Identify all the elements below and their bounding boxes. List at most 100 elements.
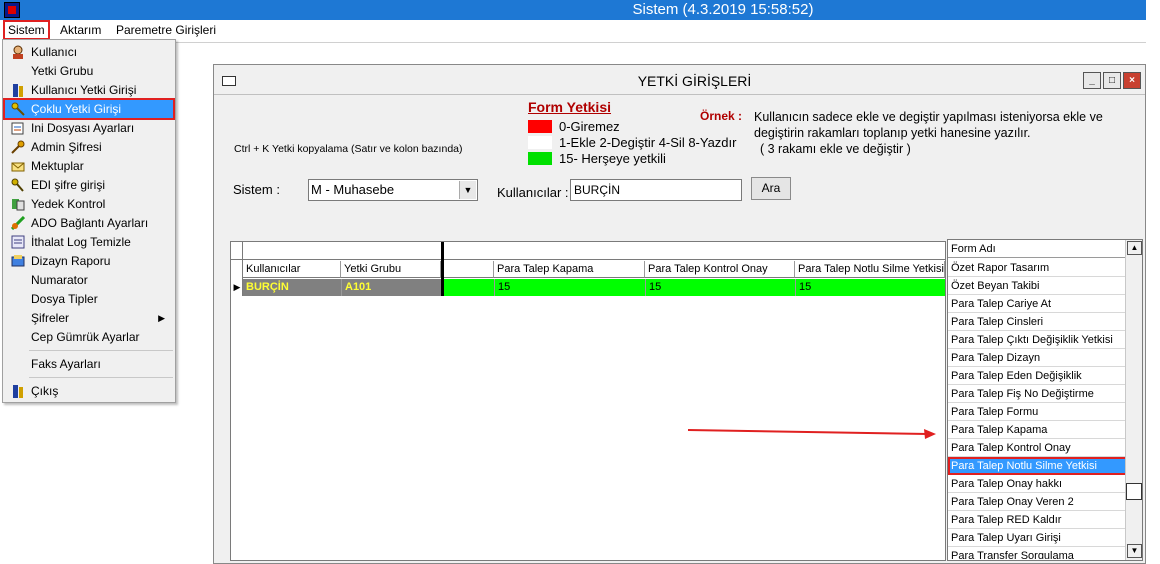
edi-key-icon <box>11 178 25 192</box>
menu-parametre-girisleri[interactable]: Paremetre Girişleri <box>113 22 219 38</box>
menu-item-kullanici[interactable]: Kullanıcı <box>5 43 173 61</box>
app-title: Sistem (4.3.2019 15:58:52) <box>632 1 814 18</box>
legend-title: Form Yetkisi <box>528 99 612 115</box>
form-list-item[interactable]: Para Talep Formu <box>948 403 1134 421</box>
form-list-scrollbar[interactable]: ▲ ▼ <box>1125 240 1142 560</box>
menu-item-ado-baglanti-ayarlari[interactable]: ADO Bağlantı Ayarları <box>5 214 173 232</box>
menu-item-edi-sifre-girisi[interactable]: EDI şifre girişi <box>5 176 173 194</box>
menu-item-yedek-kontrol[interactable]: Yedek Kontrol <box>5 195 173 213</box>
legend-text-1: 1-Ekle 2-Degiştir 4-Sil 8-Yazdır <box>559 135 737 150</box>
form-list-item[interactable]: Özet Beyan Takibi <box>948 277 1134 295</box>
menu-item-dosya-tipler[interactable]: Dosya Tipler <box>5 290 173 308</box>
legend-text-2: 15- Herşeye yetkili <box>559 151 666 166</box>
menu-aktarim[interactable]: Aktarım <box>57 22 104 38</box>
column-header-para-talep-kontrol-onay[interactable]: Para Talep Kontrol Onay <box>645 261 795 278</box>
row-pointer-icon: ▶ <box>233 282 241 292</box>
keys-icon <box>11 102 25 116</box>
cell-para-talep-kapama[interactable]: 15 <box>494 279 645 296</box>
window-titlebar: YETKİ GİRİŞLERİ _ □ × <box>214 65 1145 95</box>
form-list-item[interactable]: Para Talep Kontrol Onay <box>948 439 1134 457</box>
scroll-up-icon[interactable]: ▲ <box>1127 241 1142 255</box>
form-list-item[interactable]: Para Talep Dizayn <box>948 349 1134 367</box>
user-icon <box>11 45 25 59</box>
sistem-select-value: M - Muhasebe <box>311 182 395 197</box>
legend-text-0: 0-Giremez <box>559 119 620 134</box>
letter-icon <box>11 159 25 173</box>
form-list-item-selected[interactable]: Para Talep Notlu Silme Yetkisi <box>948 457 1134 475</box>
column-header-yetki-grubu[interactable]: Yetki Grubu <box>341 261 441 278</box>
cell-yetki-grubu[interactable]: A101 <box>341 279 441 296</box>
menu-item-admin-sifresi[interactable]: Admin Şifresi <box>5 138 173 156</box>
form-list-item[interactable]: Para Talep Cariye At <box>948 295 1134 313</box>
minimize-button[interactable]: _ <box>1083 72 1101 89</box>
menu-item-label: Kullanıcı <box>31 45 78 59</box>
grid-group-header <box>231 242 945 260</box>
cell-kullanici[interactable]: BURÇİN <box>243 279 341 296</box>
menu-item-cikis[interactable]: Çıkış <box>5 382 173 400</box>
menu-item-label: Mektuplar <box>31 159 84 173</box>
kullanicilar-label: Kullanıcılar : <box>497 185 569 200</box>
menu-item-label: Dizayn Raporu <box>31 254 111 268</box>
cell-blank[interactable] <box>444 279 494 296</box>
backup-icon <box>11 197 25 211</box>
menu-item-faks-ayarlari[interactable]: Faks Ayarları <box>5 355 173 373</box>
menubar: Sistem Aktarım Paremetre Girişleri <box>0 20 1146 40</box>
menu-sistem[interactable]: Sistem <box>3 20 50 40</box>
kullanicilar-input[interactable]: BURÇİN <box>570 179 742 201</box>
form-list-header: Form Adı <box>948 240 1134 258</box>
yetki-girisleri-window: YETKİ GİRİŞLERİ _ □ × Form Yetkisi 0-Gir… <box>213 64 1146 564</box>
cell-para-talep-kontrol-onay[interactable]: 15 <box>645 279 795 296</box>
form-list-item[interactable]: Para Talep Uyarı Girişi <box>948 529 1134 547</box>
window-content: Form Yetkisi 0-Giremez 1-Ekle 2-Degiştir… <box>222 97 1143 563</box>
close-button[interactable]: × <box>1123 72 1141 89</box>
example-text: Kullanıcın sadece ekle ve degiştir yapıl… <box>754 109 1144 157</box>
form-list-item[interactable]: Para Talep RED Kaldır <box>948 511 1134 529</box>
column-header-para-talep-kapama[interactable]: Para Talep Kapama <box>494 261 645 278</box>
menu-item-ini-dosyasi-ayarlari[interactable]: Ini Dosyası Ayarları <box>5 119 173 137</box>
form-list: Form Adı Özet Rapor Tasarım Özet Beyan T… <box>947 239 1143 561</box>
menu-item-mektuplar[interactable]: Mektuplar <box>5 157 173 175</box>
form-list-item[interactable]: Para Talep Çıktı Değişiklik Yetkisi <box>948 331 1134 349</box>
scroll-down-icon[interactable]: ▼ <box>1127 544 1142 558</box>
form-list-item[interactable]: Özet Rapor Tasarım <box>948 259 1134 277</box>
exit-icon <box>11 384 25 398</box>
annotation-arrow-icon <box>687 429 936 439</box>
menu-item-ithalat-log-temizle[interactable]: İthalat Log Temizle <box>5 233 173 251</box>
example-line-2: degiştirin rakamları toplanıp yetki hane… <box>754 126 1031 140</box>
column-header-kullanicilar[interactable]: Kullanıcılar <box>243 261 341 278</box>
form-list-item[interactable]: Para Talep Fiş No Değiştirme <box>948 385 1134 403</box>
menu-item-kullanici-yetki-girisi[interactable]: Kullanıcı Yetki Girişi <box>5 81 173 99</box>
example-line-1: Kullanıcın sadece ekle ve degiştir yapıl… <box>754 110 1103 124</box>
form-list-item[interactable]: Para Talep Onay hakkı <box>948 475 1134 493</box>
form-list-item[interactable]: Para Talep Eden Değişiklik <box>948 367 1134 385</box>
cell-para-talep-notlu-silme[interactable]: 15 <box>795 279 945 296</box>
column-header-blank[interactable] <box>444 261 494 278</box>
column-header-para-talep-notlu-silme[interactable]: Para Talep Notlu Silme Yetkisi <box>795 261 945 278</box>
example-label: Örnek : <box>700 109 743 123</box>
app-titlebar: Sistem (4.3.2019 15:58:52) <box>0 0 1146 20</box>
sistem-label: Sistem : <box>233 182 280 197</box>
menu-item-label: Yedek Kontrol <box>31 197 106 211</box>
menu-item-cep-gumruk-ayarlar[interactable]: Cep Gümrük Ayarlar <box>5 328 173 346</box>
legend-swatch-white <box>528 136 552 149</box>
menu-item-label: Dosya Tipler <box>31 292 98 306</box>
form-list-item[interactable]: Para Talep Onay Veren 2 <box>948 493 1134 511</box>
right-edge <box>1146 0 1160 564</box>
maximize-button[interactable]: □ <box>1103 72 1121 89</box>
ara-button[interactable]: Ara <box>751 177 791 200</box>
menu-item-yetki-grubu[interactable]: Yetki Grubu <box>5 62 173 80</box>
sistem-select[interactable]: M - Muhasebe ▼ <box>308 179 478 201</box>
menu-item-coklu-yetki-girisi[interactable]: Çoklu Yetki Girişi <box>3 98 175 120</box>
menu-item-sifreler[interactable]: Şifreler ▶ <box>5 309 173 327</box>
menu-item-dizayn-raporu[interactable]: Dizayn Raporu <box>5 252 173 270</box>
form-list-item[interactable]: Para Talep Kapama <box>948 421 1134 439</box>
form-list-item[interactable]: Para Talep Cinsleri <box>948 313 1134 331</box>
copy-hint: Ctrl + K Yetki kopyalama (Satır ve kolon… <box>234 143 463 155</box>
scroll-thumb[interactable] <box>1126 483 1142 500</box>
menu-item-label: Kullanıcı Yetki Girişi <box>31 83 137 97</box>
chevron-down-icon[interactable]: ▼ <box>459 181 476 199</box>
form-list-item[interactable]: Para Transfer Sorgulama <box>948 547 1134 559</box>
menu-item-numarator[interactable]: Numarator <box>5 271 173 289</box>
window-title: YETKİ GİRİŞLERİ <box>637 73 752 89</box>
menu-item-label: Çıkış <box>31 384 59 398</box>
